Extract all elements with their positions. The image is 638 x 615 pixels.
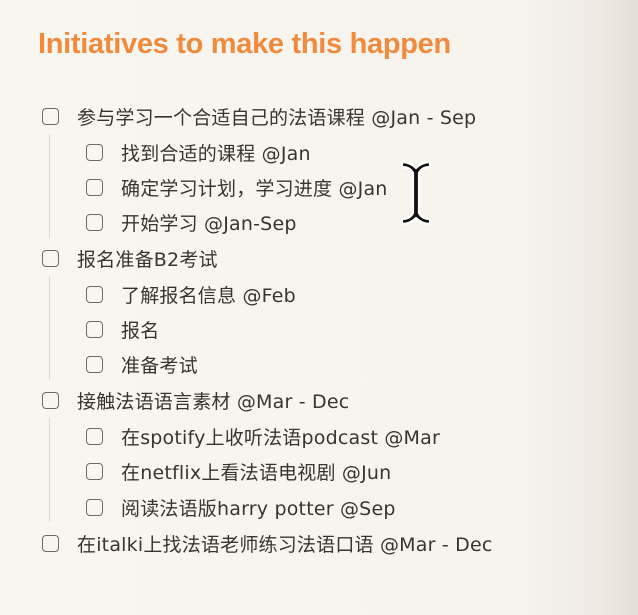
notion-page: Initiatives to make this happen 参与学习一个合适… — [0, 0, 638, 615]
todo-label[interactable]: 报名 — [121, 316, 159, 343]
todo-label[interactable]: 准备考试 — [121, 351, 198, 378]
checkbox-icon[interactable] — [86, 427, 103, 445]
todo-label[interactable]: 找到合适的课程 @Jan — [121, 139, 311, 166]
todo-label[interactable]: 开始学习 @Jan-Sep — [121, 209, 297, 236]
tree-guide-line — [49, 134, 50, 238]
todo-item: 在italki上找法语老师练习法语口语 @Mar - Dec — [42, 530, 493, 556]
checkbox-icon[interactable] — [42, 391, 59, 409]
todo-subitem: 报名 — [86, 316, 159, 342]
checkbox-icon[interactable] — [86, 462, 103, 480]
todo-label[interactable]: 接触法语语言素材 @Mar - Dec — [77, 387, 349, 414]
todo-subitem: 在spotify上收听法语podcast @Mar — [86, 423, 440, 449]
checkbox-icon[interactable] — [86, 285, 103, 303]
todo-label[interactable]: 在spotify上收听法语podcast @Mar — [121, 423, 440, 450]
todo-subitem: 确定学习计划，学习进度 @Jan — [86, 174, 388, 200]
todo-label[interactable]: 在italki上找法语老师练习法语口语 @Mar - Dec — [77, 530, 493, 557]
todo-item: 接触法语语言素材 @Mar - Dec — [42, 387, 349, 413]
todo-label[interactable]: 在netflix上看法语电视剧 @Jun — [121, 458, 391, 485]
todo-label[interactable]: 参与学习一个合适自己的法语课程 @Jan - Sep — [77, 103, 476, 130]
checkbox-icon[interactable] — [86, 213, 103, 231]
checkbox-icon[interactable] — [42, 107, 59, 125]
checkbox-icon[interactable] — [42, 249, 59, 267]
section-heading: Initiatives to make this happen — [38, 28, 451, 60]
checkbox-icon[interactable] — [86, 320, 103, 338]
checkbox-icon[interactable] — [86, 498, 103, 516]
todo-subitem: 开始学习 @Jan-Sep — [86, 209, 297, 235]
checkbox-icon[interactable] — [86, 143, 103, 161]
todo-subitem: 阅读法语版harry potter @Sep — [86, 494, 396, 520]
todo-item: 报名准备B2考试 — [42, 245, 218, 271]
tree-guide-line — [49, 276, 50, 380]
checkbox-icon[interactable] — [42, 534, 59, 552]
checkbox-icon[interactable] — [86, 355, 103, 373]
todo-label[interactable]: 阅读法语版harry potter @Sep — [121, 494, 396, 521]
text-cursor-icon — [400, 160, 432, 226]
todo-subitem: 找到合适的课程 @Jan — [86, 139, 311, 165]
todo-subitem: 准备考试 — [86, 351, 198, 377]
checkbox-icon[interactable] — [86, 178, 103, 196]
todo-item: 参与学习一个合适自己的法语课程 @Jan - Sep — [42, 103, 476, 129]
todo-label[interactable]: 报名准备B2考试 — [77, 245, 218, 272]
tree-guide-line — [49, 417, 50, 522]
todo-subitem: 了解报名信息 @Feb — [86, 281, 296, 307]
todo-subitem: 在netflix上看法语电视剧 @Jun — [86, 458, 391, 484]
todo-label[interactable]: 确定学习计划，学习进度 @Jan — [121, 174, 388, 201]
todo-label[interactable]: 了解报名信息 @Feb — [121, 281, 296, 308]
